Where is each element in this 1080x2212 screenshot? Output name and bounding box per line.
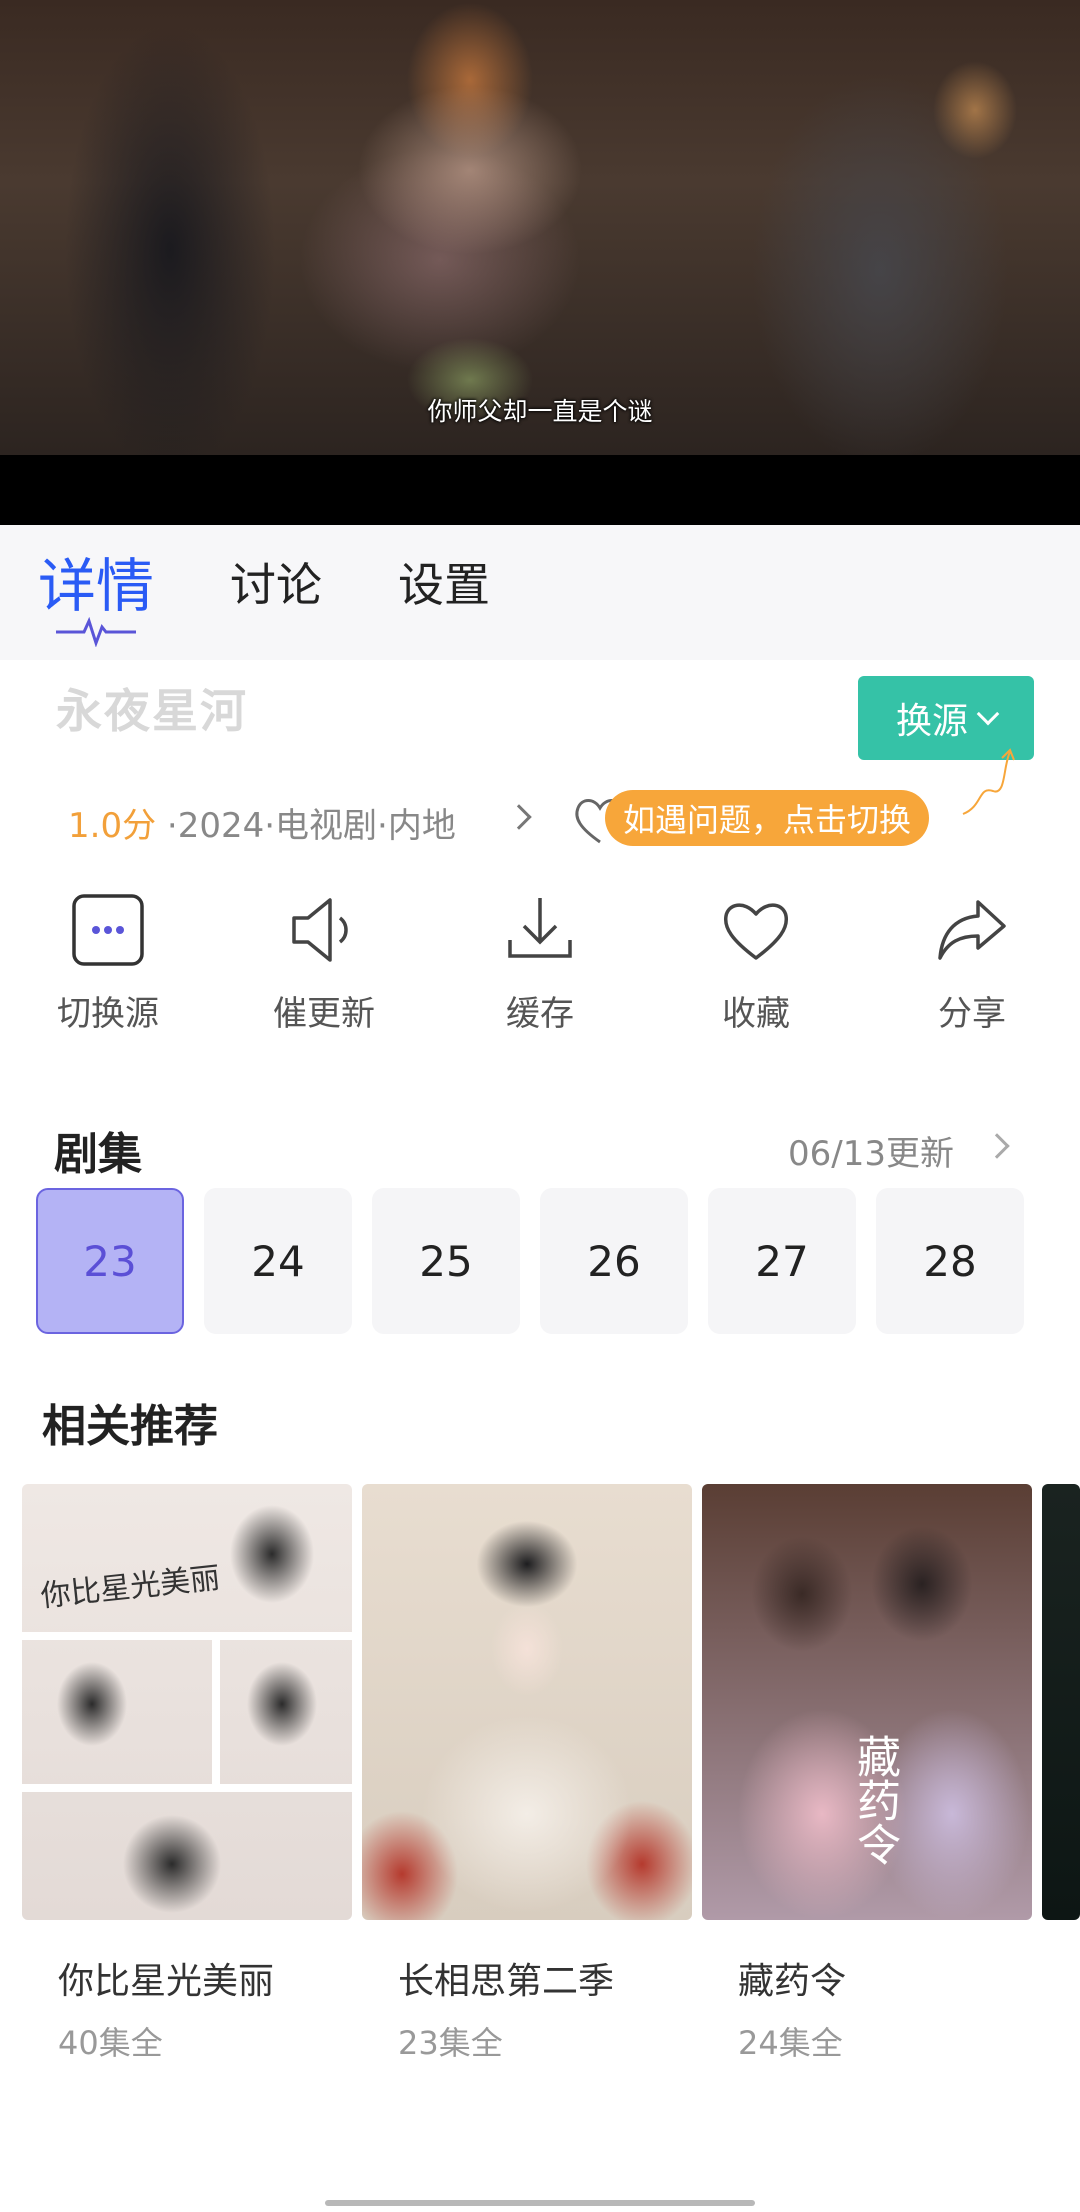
episodes-title: 剧集: [54, 1129, 142, 1180]
speaker-icon: [292, 898, 348, 962]
poster-text: 你比星光美丽: [39, 1560, 222, 1615]
card-episode-count: 24集全: [738, 2024, 843, 2062]
action-switch-source[interactable]: 切换源: [28, 890, 188, 1035]
tab-discussion[interactable]: 讨论: [230, 549, 322, 615]
episode-item[interactable]: 25: [372, 1188, 520, 1334]
poster-image: [1042, 1484, 1080, 1920]
download-icon: [508, 898, 572, 958]
card-episode-count: 40集全: [58, 2024, 163, 2062]
action-share[interactable]: 分享: [892, 890, 1052, 1035]
show-info: ·2024·电视剧·内地: [156, 806, 456, 846]
curl-arrow-icon: [962, 748, 1015, 815]
active-tab-indicator: [56, 617, 136, 647]
action-urge-update[interactable]: 催更新: [244, 890, 404, 1035]
card-title: 长相思第二季: [398, 1961, 615, 2002]
episode-item[interactable]: 24: [204, 1188, 352, 1334]
chevron-down-icon: [976, 702, 1000, 726]
recommend-card[interactable]: 长相思第二季 23集全: [362, 1484, 692, 2062]
poster-image: 藏药令: [702, 1484, 1032, 1920]
switch-source-label: 换源: [895, 701, 968, 742]
show-meta: 1.0分 ·2024·电视剧·内地: [68, 798, 456, 847]
chevron-right-icon[interactable]: [506, 804, 532, 830]
show-score: 1.0分: [68, 806, 157, 846]
action-label: 缓存: [506, 994, 574, 1034]
card-title: 你比星光美丽: [58, 1961, 275, 2002]
action-label: 收藏: [722, 994, 790, 1034]
episode-item[interactable]: 28: [876, 1188, 1024, 1334]
card-episode-count: 23集全: [398, 2024, 503, 2062]
recommend-card[interactable]: 你比星光美丽 你比星光美丽 40集全: [22, 1484, 352, 2062]
video-subtitle: 你师父却一直是个谜: [427, 397, 653, 426]
poster-image: [362, 1484, 692, 1920]
tab-details[interactable]: 详情: [38, 539, 154, 623]
action-label: 催更新: [273, 994, 375, 1034]
recommend-card[interactable]: 藏药令 藏药令 24集全: [702, 1484, 1032, 2062]
home-indicator[interactable]: [325, 2200, 755, 2206]
more-icon: [72, 894, 144, 966]
action-download[interactable]: 缓存: [460, 890, 620, 1035]
recommend-title: 相关推荐: [42, 1401, 218, 1452]
video-player[interactable]: 你师父却一直是个谜: [0, 0, 1080, 525]
episode-item[interactable]: 23: [36, 1188, 184, 1334]
show-title: 永夜星河: [56, 684, 248, 738]
tab-bar: 详情 讨论 设置: [0, 525, 1080, 660]
tab-settings[interactable]: 设置: [398, 549, 490, 615]
action-favorite[interactable]: 收藏: [676, 890, 836, 1035]
poster-image: 你比星光美丽: [22, 1484, 352, 1920]
switch-source-tooltip[interactable]: 如遇问题，点击切换: [605, 790, 930, 846]
chevron-right-icon[interactable]: [984, 1133, 1010, 1159]
action-label: 分享: [938, 994, 1006, 1034]
recommend-card-partial[interactable]: [1042, 1484, 1080, 1920]
heart-icon: [723, 903, 789, 960]
episodes-update[interactable]: 06/13更新: [788, 1126, 954, 1175]
poster-text: 藏药令: [849, 1734, 900, 1866]
video-frame: [0, 0, 1080, 455]
card-title: 藏药令: [738, 1961, 847, 2002]
episode-item[interactable]: 27: [708, 1188, 856, 1334]
action-label: 切换源: [57, 994, 159, 1034]
share-icon: [938, 900, 1006, 960]
episode-item[interactable]: 26: [540, 1188, 688, 1334]
